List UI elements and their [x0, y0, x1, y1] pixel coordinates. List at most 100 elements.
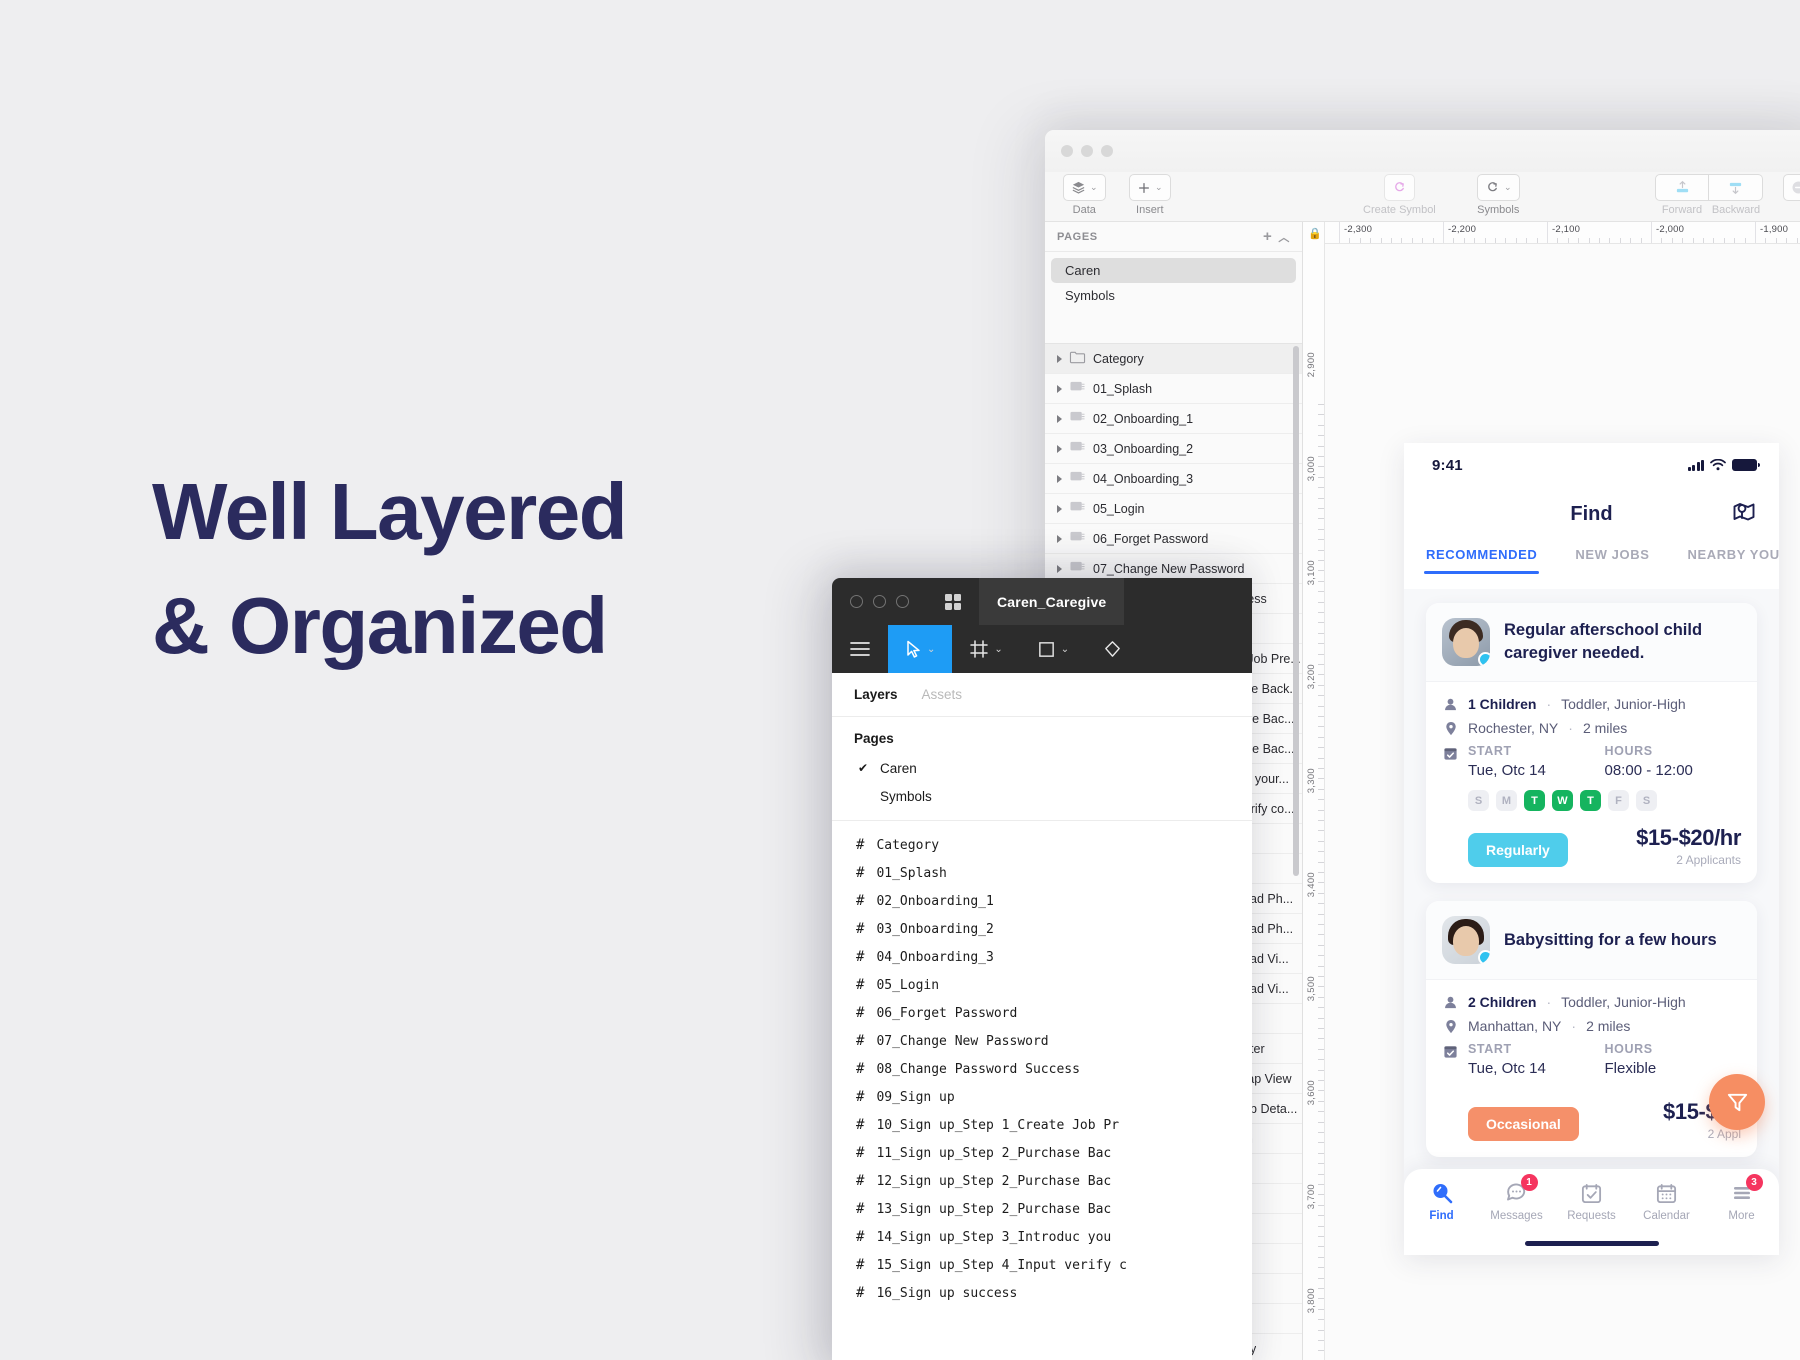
layer-list-scrollbar[interactable]	[1293, 346, 1299, 876]
ruler-tick	[1411, 238, 1413, 243]
figma-layer-row[interactable]: #10_Sign up_Step 1_Create Job Pr	[832, 1111, 1252, 1139]
tab-more[interactable]: 3 More	[1704, 1174, 1779, 1224]
separator: ·	[1568, 720, 1573, 736]
grid-view-icon[interactable]	[927, 592, 979, 612]
figma-layer-row[interactable]: # Category	[832, 831, 1252, 859]
layer-row[interactable]: 05_Login	[1045, 494, 1302, 524]
frame-hash-icon: #	[856, 921, 865, 937]
move-tool-button[interactable]: ⌄	[888, 625, 953, 673]
layer-label: 07_Change New Password	[1093, 561, 1245, 576]
insert-button[interactable]: ⌄	[1129, 174, 1171, 201]
disclosure-triangle-icon[interactable]	[1057, 414, 1062, 423]
ruler-tick	[1318, 747, 1324, 749]
move-backward-button[interactable]	[1709, 174, 1763, 201]
job-card[interactable]: Regular afterschool child caregiver need…	[1426, 603, 1757, 883]
maximize-button[interactable]	[896, 595, 909, 608]
layer-row[interactable]: 02_Onboarding_1	[1045, 404, 1302, 434]
weekday-chip[interactable]: M	[1496, 790, 1517, 811]
move-forward-button[interactable]	[1655, 174, 1709, 201]
figma-layer-row[interactable]: #06_Forget Password	[832, 999, 1252, 1027]
page-item-caren[interactable]: Caren	[1051, 258, 1296, 283]
weekday-chip[interactable]: F	[1608, 790, 1629, 811]
frame-tool-button[interactable]: ⌄	[952, 625, 1019, 673]
disclosure-triangle-icon[interactable]	[1057, 444, 1062, 453]
figma-layer-row[interactable]: #05_Login	[832, 971, 1252, 999]
figma-layer-row[interactable]: #14_Sign up_Step 3_Introduc you	[832, 1223, 1252, 1251]
ruler-tick	[1318, 539, 1324, 541]
disclosure-triangle-icon[interactable]	[1057, 564, 1062, 573]
maximize-button[interactable]	[1101, 145, 1113, 157]
window-controls[interactable]	[832, 595, 927, 608]
figma-layer-row[interactable]: #07_Change New Password	[832, 1027, 1252, 1055]
frame-hash-icon: #	[856, 1285, 865, 1301]
ruler-tick	[1318, 1204, 1324, 1206]
tab-nearby-you[interactable]: NEARBY YOU	[1685, 547, 1779, 562]
weekday-chip[interactable]: T	[1580, 790, 1601, 811]
menu-button[interactable]	[832, 625, 888, 673]
figma-layer-row[interactable]: #03_Onboarding_2	[832, 915, 1252, 943]
figma-layer-row[interactable]: #15_Sign up_Step 4_Input verify c	[832, 1251, 1252, 1279]
ruler-tick	[1703, 238, 1704, 243]
chevron-up-icon[interactable]: ︿	[1278, 229, 1290, 245]
add-page-icon[interactable]: +	[1263, 228, 1272, 245]
tab-messages[interactable]: 1 Messages	[1479, 1174, 1554, 1224]
layer-row[interactable]: Category	[1045, 344, 1302, 374]
avatar	[1442, 618, 1490, 666]
disclosure-triangle-icon[interactable]	[1057, 504, 1062, 513]
shape-tool-button[interactable]: ⌄	[1020, 625, 1086, 673]
close-button[interactable]	[1061, 145, 1073, 157]
toolbar-forward-group: Forward	[1655, 174, 1709, 216]
layer-row[interactable]: 01_Splash	[1045, 374, 1302, 404]
layer-row[interactable]: 06_Forget Password	[1045, 524, 1302, 554]
weekday-chip[interactable]: W	[1552, 790, 1573, 811]
tab-layers[interactable]: Layers	[854, 687, 898, 702]
tab-find[interactable]: Find	[1404, 1180, 1479, 1224]
create-symbol-button[interactable]	[1383, 174, 1415, 201]
weekday-selector[interactable]: SMTWTFS	[1468, 790, 1741, 811]
tab-calendar[interactable]: Calendar	[1629, 1180, 1704, 1224]
job-card[interactable]: Babysitting for a few hours 2 Children ·…	[1426, 901, 1757, 1157]
symbols-button[interactable]: ⌄	[1477, 174, 1520, 201]
figma-layer-row[interactable]: #08_Change Password Success	[832, 1055, 1252, 1083]
minimize-button[interactable]	[1081, 145, 1093, 157]
figma-layer-row[interactable]: #13_Sign up_Step 2_Purchase Bac	[832, 1195, 1252, 1223]
layer-label: 03_Onboarding_2	[1093, 441, 1194, 456]
tab-new-jobs[interactable]: NEW JOBS	[1573, 547, 1651, 562]
disclosure-triangle-icon[interactable]	[1057, 384, 1062, 393]
figma-layer-row[interactable]: #11_Sign up_Step 2_Purchase Bac	[832, 1139, 1252, 1167]
lock-icon: 🔒	[1308, 228, 1322, 240]
tab-assets[interactable]: Assets	[922, 687, 963, 702]
data-button[interactable]: ⌄	[1063, 174, 1106, 201]
layer-row[interactable]: 03_Onboarding_2	[1045, 434, 1302, 464]
figma-layer-row[interactable]: #09_Sign up	[832, 1083, 1252, 1111]
figma-layer-list[interactable]: # Category #01_Splash #02_Onboarding_1 #03_O…	[832, 821, 1252, 1307]
layer-row[interactable]: 04_Onboarding_3	[1045, 464, 1302, 494]
artboard-icon	[1070, 561, 1085, 570]
figma-page-caren[interactable]: ✔ Caren	[832, 754, 1252, 782]
figma-layer-row[interactable]: #01_Splash	[832, 859, 1252, 887]
children-ages: Toddler, Junior-High	[1561, 994, 1686, 1010]
disclosure-triangle-icon[interactable]	[1057, 474, 1062, 483]
weekday-chip[interactable]: T	[1524, 790, 1545, 811]
pen-tool-button[interactable]	[1086, 625, 1139, 673]
ruler-tick	[1318, 508, 1324, 509]
figma-layer-row[interactable]: #02_Onboarding_1	[832, 887, 1252, 915]
ruler-tick	[1318, 840, 1324, 842]
zoom-stepper[interactable]: 100	[1783, 174, 1800, 201]
filter-fab-button[interactable]	[1709, 1074, 1765, 1130]
map-pin-icon[interactable]	[1731, 499, 1757, 529]
tab-requests[interactable]: Requests	[1554, 1180, 1629, 1224]
weekday-chip[interactable]: S	[1468, 790, 1489, 811]
figma-layer-row[interactable]: #12_Sign up_Step 2_Purchase Bac	[832, 1167, 1252, 1195]
minimize-button[interactable]	[873, 595, 886, 608]
window-controls[interactable]	[1061, 145, 1113, 157]
figma-page-symbols[interactable]: Symbols	[832, 782, 1252, 810]
weekday-chip[interactable]: S	[1636, 790, 1657, 811]
disclosure-triangle-icon[interactable]	[1057, 534, 1062, 543]
disclosure-triangle-icon[interactable]	[1057, 354, 1062, 363]
page-item-symbols[interactable]: Symbols	[1045, 283, 1302, 308]
figma-layer-row[interactable]: #16_Sign up success	[832, 1279, 1252, 1307]
figma-layer-row[interactable]: #04_Onboarding_3	[832, 943, 1252, 971]
close-button[interactable]	[850, 595, 863, 608]
tab-recommended[interactable]: RECOMMENDED	[1424, 547, 1540, 574]
